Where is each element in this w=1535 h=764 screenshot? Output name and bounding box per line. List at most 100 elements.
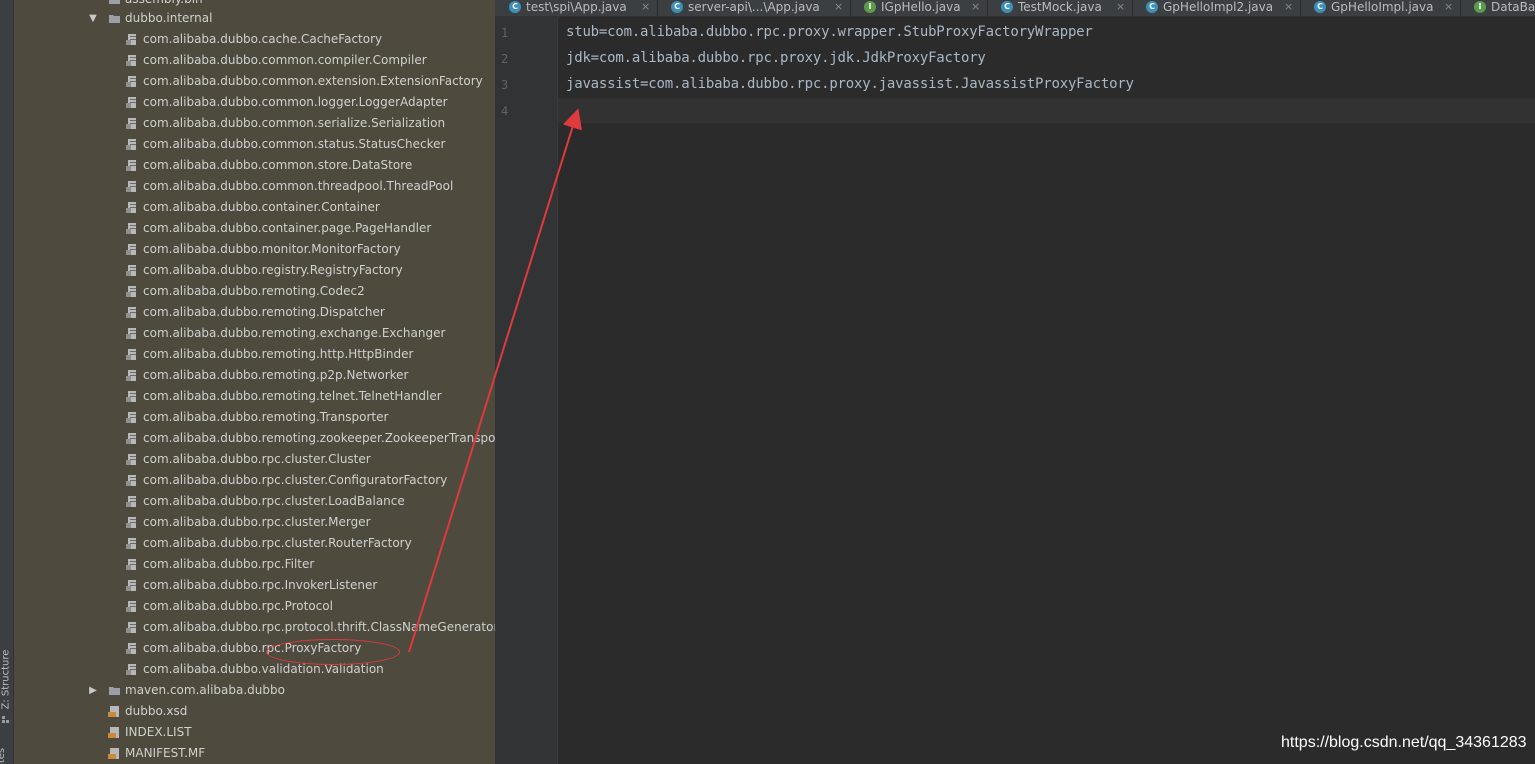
file-icon [108, 748, 119, 759]
file-icon [126, 496, 136, 507]
tree-item-label: com.alibaba.dubbo.remoting.telnet.Telnet… [143, 389, 442, 403]
line-number: 3 [501, 78, 509, 92]
file-icon [126, 454, 136, 465]
file-icon [126, 34, 136, 45]
editor-tab-label: GpHelloImpl2.java [1163, 0, 1274, 14]
close-icon[interactable]: × [1284, 0, 1293, 14]
file-icon [126, 622, 136, 633]
code-line[interactable]: stub=com.alibaba.dubbo.rpc.proxy.wrapper… [566, 24, 1093, 40]
file-icon [126, 601, 136, 612]
editor-tab[interactable]: C TestMock.java × [987, 0, 1133, 16]
file-icon [126, 517, 136, 528]
file-icon [126, 643, 136, 654]
tree-item-label: com.alibaba.dubbo.rpc.Protocol [143, 599, 333, 613]
tree-item-label: com.alibaba.dubbo.remoting.Transporter [143, 410, 389, 424]
file-icon [126, 559, 136, 570]
tree-item-label: com.alibaba.dubbo.rpc.cluster.Configurat… [143, 473, 448, 487]
folder-icon [109, 687, 120, 695]
file-icon [126, 223, 136, 234]
project-tree-panel: assembly.bin ▼ dubbo.internal com.alibab… [14, 0, 495, 764]
tree-item-label: com.alibaba.dubbo.remoting.exchange.Exch… [143, 326, 446, 340]
file-icon [126, 76, 136, 87]
code-line[interactable]: javassist=com.alibaba.dubbo.rpc.proxy.ja… [566, 76, 1134, 92]
file-icon [108, 727, 119, 738]
tree-item-label: com.alibaba.dubbo.rpc.protocol.thrift.Cl… [143, 620, 495, 634]
tree-item-label: INDEX.LIST [125, 725, 192, 739]
file-icon [126, 244, 136, 255]
file-icon [126, 97, 136, 108]
chevron-down-icon[interactable]: ▼ [88, 8, 98, 29]
class-icon: C [509, 1, 521, 13]
class-icon: C [671, 1, 683, 13]
line-number: 1 [501, 26, 509, 40]
tree-item-label: com.alibaba.dubbo.remoting.p2p.Networker [143, 368, 409, 382]
current-line-highlight [558, 98, 1535, 123]
close-icon[interactable]: × [641, 0, 650, 14]
tree-item-label: com.alibaba.dubbo.common.extension.Exten… [143, 74, 483, 88]
code-line[interactable]: jdk=com.alibaba.dubbo.rpc.proxy.jdk.JdkP… [566, 50, 986, 66]
annotation-circle [266, 639, 400, 665]
file-icon [126, 160, 136, 171]
file-icon [126, 370, 136, 381]
tree-item-label: com.alibaba.dubbo.cache.CacheFactory [143, 32, 383, 46]
close-icon[interactable]: × [834, 0, 843, 14]
close-icon[interactable]: × [1116, 0, 1125, 14]
editor-tab-label: test\spi\App.java [526, 0, 627, 14]
editor-tab-label: GpHelloImpl.java [1331, 0, 1434, 14]
structure-tool-button[interactable]: Z: Structure [1, 650, 12, 710]
interface-icon: I [1474, 1, 1486, 13]
editor-tab-label: IGpHello.java [881, 0, 961, 14]
tree-folder-label: maven.com.alibaba.dubbo [125, 683, 285, 697]
file-icon [126, 475, 136, 486]
class-icon: C [1001, 1, 1013, 13]
file-icon [126, 349, 136, 360]
tree-item-label: MANIFEST.MF [125, 746, 206, 760]
file-icon [126, 412, 136, 423]
file-icon [126, 328, 136, 339]
line-number: 4 [501, 104, 509, 118]
file-icon [126, 307, 136, 318]
tree-item-label: com.alibaba.dubbo.remoting.zookeeper.Zoo… [143, 431, 495, 445]
editor-tab-label: server-api\...\App.java [688, 0, 820, 14]
editor-tab[interactable]: C GpHelloImpl.java × [1300, 0, 1461, 16]
interface-icon: I [864, 1, 876, 13]
tree-item-label: com.alibaba.dubbo.registry.RegistryFacto… [143, 263, 403, 277]
tree-item-label: com.alibaba.dubbo.container.Container [143, 200, 380, 214]
class-icon: C [1314, 1, 1326, 13]
file-icon [126, 139, 136, 150]
watermark-url: https://blog.csdn.net/qq_34361283 [1281, 734, 1527, 751]
file-icon [126, 202, 136, 213]
editor-tab[interactable]: Ctest\spi\App.java × [495, 0, 658, 16]
tree-item-label: com.alibaba.dubbo.common.store.DataStore [143, 158, 413, 172]
file-icon [126, 118, 136, 129]
tree-item-label: com.alibaba.dubbo.common.status.StatusCh… [143, 137, 446, 151]
tree-item-label: com.alibaba.dubbo.rpc.cluster.Cluster [143, 452, 371, 466]
editor-area: Ctest\spi\App.java × Cserver-api\...\App.j… [495, 0, 1535, 764]
close-icon[interactable]: × [1444, 0, 1453, 14]
close-icon[interactable]: × [971, 0, 980, 14]
line-number: 2 [501, 52, 509, 66]
tree-item-label: com.alibaba.dubbo.common.serialize.Seria… [143, 116, 446, 130]
editor-tab-bar: Ctest\spi\App.java × Cserver-api\...\App.j… [495, 0, 1535, 17]
tree-item-label: com.alibaba.dubbo.remoting.Dispatcher [143, 305, 385, 319]
editor-tab-label: DataBa [1491, 0, 1535, 14]
tree-item-label: com.alibaba.dubbo.rpc.cluster.Merger [143, 515, 371, 529]
tree-item-label: com.alibaba.dubbo.common.compiler.Compil… [143, 53, 427, 67]
file-icon [126, 286, 136, 297]
editor-tab[interactable]: I DataBa [1460, 0, 1535, 16]
editor-tab-label: TestMock.java [1018, 0, 1102, 14]
chevron-right-icon[interactable]: ▶ [88, 680, 98, 701]
bottom-tool-label[interactable]: tes [0, 748, 7, 763]
folder-icon [109, 15, 120, 23]
tree-item-label: com.alibaba.dubbo.rpc.cluster.LoadBalanc… [143, 494, 405, 508]
editor-tab[interactable]: Cserver-api\...\App.java × [657, 0, 851, 16]
tree-item-label: com.alibaba.dubbo.rpc.Filter [143, 557, 315, 571]
tree-item-label: com.alibaba.dubbo.rpc.InvokerListener [143, 578, 378, 592]
editor-tab[interactable]: C GpHelloImpl2.java × [1132, 0, 1301, 16]
editor-tab[interactable]: I IGpHello.java × [850, 0, 988, 16]
tree-item-label: com.alibaba.dubbo.container.page.PageHan… [143, 221, 432, 235]
tool-window-strip: Z: Structure tes [0, 0, 14, 764]
file-icon [126, 265, 136, 276]
file-icon [126, 55, 136, 66]
line-number-gutter: 1 2 3 4 [495, 17, 558, 764]
